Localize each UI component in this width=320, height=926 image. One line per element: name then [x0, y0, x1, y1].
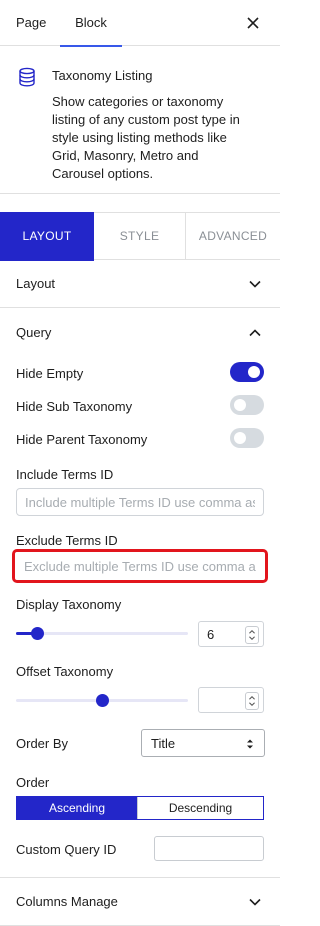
display-taxonomy-slider-thumb[interactable]	[31, 627, 44, 640]
hide-empty-label: Hide Empty	[16, 366, 84, 381]
tab-block[interactable]: Block	[60, 0, 122, 47]
display-taxonomy-number[interactable]: 6	[198, 621, 264, 647]
block-description: Show categories or taxonomy listing of a…	[52, 94, 240, 181]
include-terms-label: Include Terms ID	[16, 467, 114, 482]
select-arrow-icon	[247, 739, 253, 749]
columns-manage-panel-label: Columns Manage	[16, 894, 118, 909]
order-descending-button[interactable]: Descending	[137, 797, 263, 819]
database-icon	[19, 67, 35, 87]
offset-taxonomy-label: Offset Taxonomy	[16, 664, 114, 679]
tab-layout[interactable]: LAYOUT	[0, 212, 94, 261]
query-panel-label: Query	[16, 325, 52, 340]
columns-manage-panel-toggle[interactable]: Columns Manage	[0, 878, 280, 926]
hide-parent-taxonomy-toggle[interactable]	[230, 428, 264, 448]
spinner-arrows-icon[interactable]	[245, 626, 259, 644]
block-card: Taxonomy Listing Show categories or taxo…	[0, 46, 280, 194]
custom-query-id-label: Custom Query ID	[16, 842, 117, 857]
display-taxonomy-label: Display Taxonomy	[16, 597, 122, 612]
layout-panel-label: Layout	[16, 276, 56, 291]
spinner-arrows-icon[interactable]	[245, 692, 259, 710]
hide-sub-taxonomy-label: Hide Sub Taxonomy	[16, 399, 133, 414]
exclude-terms-label: Exclude Terms ID	[16, 533, 118, 548]
sidebar-tabs: Page Block	[0, 0, 280, 47]
exclude-terms-input[interactable]	[15, 552, 265, 580]
display-taxonomy-slider[interactable]	[16, 627, 188, 640]
chevron-down-icon	[249, 280, 261, 288]
chevron-up-icon	[249, 329, 261, 337]
order-by-label: Order By	[16, 736, 69, 751]
close-icon[interactable]	[242, 12, 264, 34]
hide-empty-toggle[interactable]	[230, 362, 264, 382]
tab-advanced[interactable]: ADVANCED	[186, 213, 280, 260]
tab-page[interactable]: Page	[16, 0, 46, 46]
block-title: Taxonomy Listing	[52, 68, 153, 83]
tab-style[interactable]: STYLE	[94, 213, 186, 260]
hide-sub-taxonomy-toggle[interactable]	[230, 395, 264, 415]
query-panel-toggle[interactable]: Query	[0, 309, 280, 357]
inspector-tabs: LAYOUT STYLE ADVANCED	[0, 212, 280, 261]
hide-parent-taxonomy-label: Hide Parent Taxonomy	[16, 432, 148, 447]
order-ascending-button[interactable]: Ascending	[17, 797, 137, 819]
order-segmented-control: Ascending Descending	[16, 796, 264, 820]
offset-taxonomy-slider[interactable]	[16, 694, 188, 707]
order-by-selected: Title	[151, 736, 176, 751]
order-label: Order	[16, 775, 50, 790]
display-taxonomy-value: 6	[207, 627, 215, 642]
custom-query-id-input[interactable]	[154, 836, 264, 861]
offset-taxonomy-number[interactable]	[198, 687, 264, 713]
chevron-down-icon	[249, 898, 261, 906]
order-by-select[interactable]: Title	[141, 729, 265, 757]
include-terms-input[interactable]	[16, 488, 264, 516]
offset-taxonomy-slider-thumb[interactable]	[96, 694, 109, 707]
layout-panel-toggle[interactable]: Layout	[0, 260, 280, 308]
